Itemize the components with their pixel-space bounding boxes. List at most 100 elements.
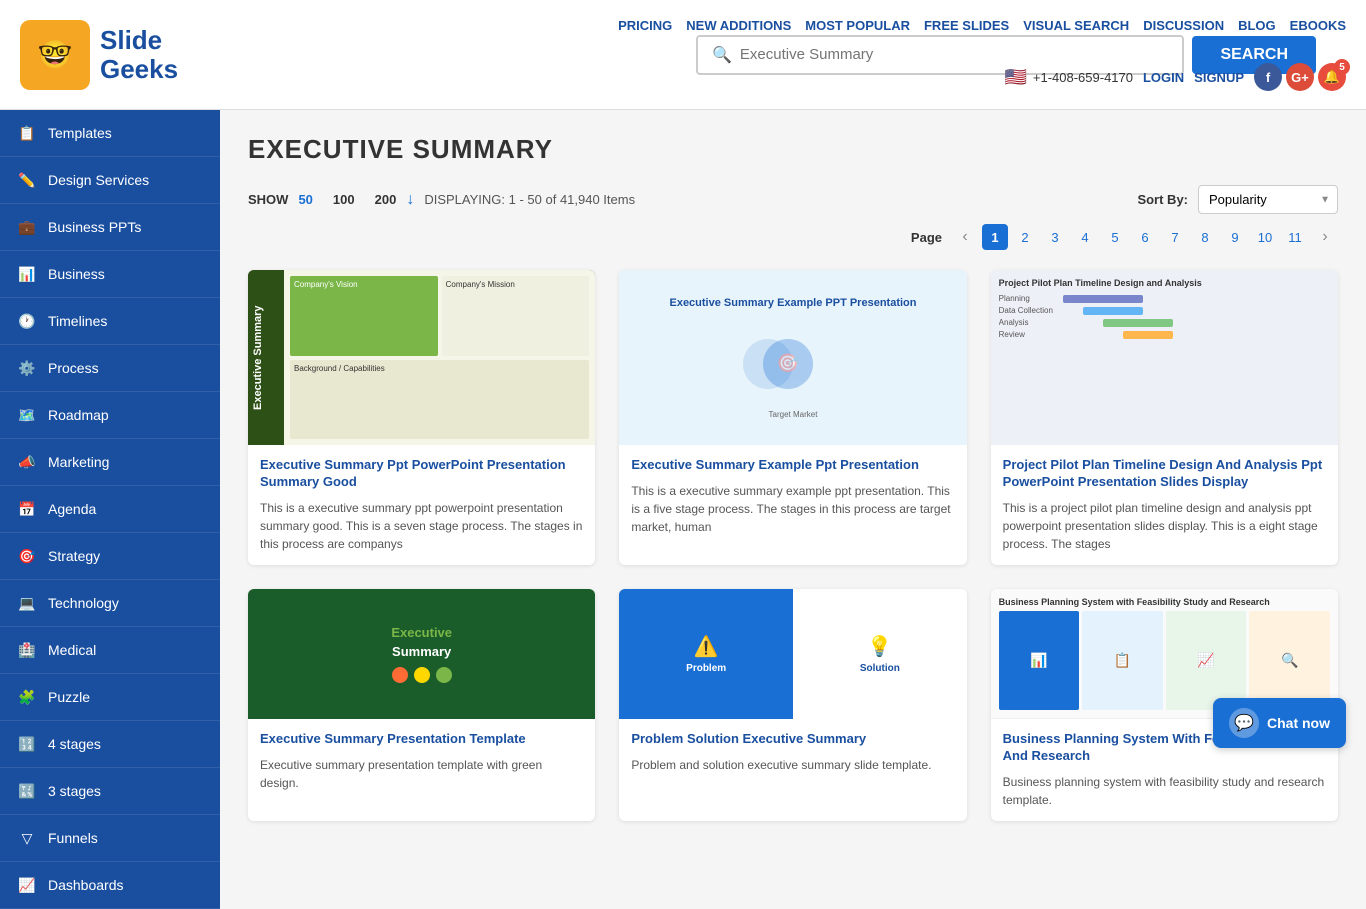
gear-icon: ⚙️: [16, 357, 38, 379]
sidebar-item-business-ppts[interactable]: 💼 Business PPTs: [0, 204, 220, 251]
sidebar-label-design-services: Design Services: [48, 172, 149, 188]
page-title: EXECUTIVE SUMMARY: [248, 134, 1338, 165]
nav-blog[interactable]: BLOG: [1238, 18, 1276, 33]
map-icon: 🗺️: [16, 404, 38, 426]
card-2[interactable]: Executive Summary Example PPT Presentati…: [619, 270, 966, 565]
sidebar-item-roadmap[interactable]: 🗺️ Roadmap: [0, 392, 220, 439]
page-3[interactable]: 3: [1042, 224, 1068, 250]
sidebar-label-agenda: Agenda: [48, 501, 96, 517]
card-3-title: Project Pilot Plan Timeline Design And A…: [1003, 457, 1326, 491]
logo-icon: 🤓: [20, 20, 90, 90]
sidebar-item-marketing[interactable]: 📣 Marketing: [0, 439, 220, 486]
show-area: SHOW 50 100 200 ↓ DISPLAYING: 1 - 50 of …: [248, 191, 635, 209]
card-4[interactable]: Executive Summary Executive Summary Pres…: [248, 589, 595, 821]
sidebar-label-process: Process: [48, 360, 99, 376]
nav-most-popular[interactable]: MOST POPULAR: [805, 18, 910, 33]
card-2-body: Executive Summary Example Ppt Presentati…: [619, 445, 966, 548]
next-page-arrow[interactable]: ›: [1312, 224, 1338, 250]
sidebar-item-process[interactable]: ⚙️ Process: [0, 345, 220, 392]
page-1[interactable]: 1: [982, 224, 1008, 250]
page-10[interactable]: 10: [1252, 224, 1278, 250]
funnel-icon: ▽: [16, 827, 38, 849]
google-plus-icon[interactable]: G+: [1286, 63, 1314, 91]
sidebar-label-business-ppts: Business PPTs: [48, 219, 141, 235]
sidebar-label-3stages: 3 stages: [48, 783, 101, 799]
page-label: Page: [911, 230, 942, 245]
show-50[interactable]: 50: [298, 192, 312, 207]
page-7[interactable]: 7: [1162, 224, 1188, 250]
stages4-icon: 🔢: [16, 733, 38, 755]
nav-visual-search[interactable]: VISUAL SEARCH: [1023, 18, 1129, 33]
page-4[interactable]: 4: [1072, 224, 1098, 250]
book-icon: 📋: [16, 122, 38, 144]
card-2-title: Executive Summary Example Ppt Presentati…: [631, 457, 954, 474]
notification-icon[interactable]: 🔔 5: [1318, 63, 1346, 91]
show-100[interactable]: 100: [333, 192, 355, 207]
top-nav: PRICING NEW ADDITIONS MOST POPULAR FREE …: [618, 18, 1346, 33]
sidebar-item-business[interactable]: 📊 Business: [0, 251, 220, 298]
show-200[interactable]: 200: [375, 192, 397, 207]
nav-ebooks[interactable]: EBOOKS: [1290, 18, 1346, 33]
card-5-desc: Problem and solution executive summary s…: [631, 756, 954, 774]
nav-discussion[interactable]: DISCUSSION: [1143, 18, 1224, 33]
sidebar-item-puzzle[interactable]: 🧩 Puzzle: [0, 674, 220, 721]
sidebar-item-strategy[interactable]: 🎯 Strategy: [0, 533, 220, 580]
main-layout: 📋 Templates ✏️ Design Services 💼 Busines…: [0, 110, 1366, 909]
sort-select[interactable]: Popularity Newest Oldest A-Z: [1198, 185, 1338, 214]
chip-icon: 💻: [16, 592, 38, 614]
sidebar-item-4stages[interactable]: 🔢 4 stages: [0, 721, 220, 768]
card-5[interactable]: ⚠️ Problem 💡 Solution Problem Solution E…: [619, 589, 966, 821]
page-6[interactable]: 6: [1132, 224, 1158, 250]
page-9[interactable]: 9: [1222, 224, 1248, 250]
page-5[interactable]: 5: [1102, 224, 1128, 250]
card-5-body: Problem Solution Executive Summary Probl…: [619, 719, 966, 786]
sidebar-item-agenda[interactable]: 📅 Agenda: [0, 486, 220, 533]
sidebar-label-medical: Medical: [48, 642, 96, 658]
card-1[interactable]: Executive Summary Company's Vision Compa…: [248, 270, 595, 565]
nav-new-additions[interactable]: NEW ADDITIONS: [686, 18, 791, 33]
header: 🤓 Slide Geeks 🔍 SEARCH PRICING NEW ADDIT…: [0, 0, 1366, 110]
sort-wrapper: Popularity Newest Oldest A-Z: [1198, 185, 1338, 214]
sidebar: 📋 Templates ✏️ Design Services 💼 Busines…: [0, 110, 220, 909]
cards-grid: Executive Summary Company's Vision Compa…: [248, 270, 1338, 821]
nav-pricing[interactable]: PRICING: [618, 18, 672, 33]
login-link[interactable]: LOGIN: [1143, 70, 1184, 85]
page-8[interactable]: 8: [1192, 224, 1218, 250]
card-3-body: Project Pilot Plan Timeline Design And A…: [991, 445, 1338, 565]
sidebar-item-timelines[interactable]: 🕐 Timelines: [0, 298, 220, 345]
page-2[interactable]: 2: [1012, 224, 1038, 250]
phone-area: 🇺🇸 +1-408-659-4170: [1004, 67, 1133, 88]
sidebar-label-roadmap: Roadmap: [48, 407, 109, 423]
sidebar-item-design-services[interactable]: ✏️ Design Services: [0, 157, 220, 204]
page-11[interactable]: 11: [1282, 224, 1308, 250]
notification-badge: 5: [1334, 59, 1350, 75]
down-arrow-icon[interactable]: ↓: [406, 191, 414, 209]
card-1-body: Executive Summary Ppt PowerPoint Present…: [248, 445, 595, 565]
pagination: Page ‹ 1 2 3 4 5 6 7 8 9 10 11 ›: [248, 224, 1338, 250]
sidebar-label-business: Business: [48, 266, 105, 282]
chat-widget[interactable]: 💬 Chat now: [1213, 698, 1346, 748]
flag-icon: 🇺🇸: [1004, 67, 1026, 88]
sidebar-item-dashboards[interactable]: 📈 Dashboards: [0, 862, 220, 909]
card-1-title: Executive Summary Ppt PowerPoint Present…: [260, 457, 583, 491]
sidebar-item-medical[interactable]: 🏥 Medical: [0, 627, 220, 674]
sidebar-item-3stages[interactable]: 🔣 3 stages: [0, 768, 220, 815]
briefcase-icon: 💼: [16, 216, 38, 238]
search-input[interactable]: [740, 46, 1169, 63]
pencil-icon: ✏️: [16, 169, 38, 191]
logo[interactable]: 🤓 Slide Geeks: [20, 20, 240, 90]
sidebar-item-funnels[interactable]: ▽ Funnels: [0, 815, 220, 862]
facebook-icon[interactable]: f: [1254, 63, 1282, 91]
nav-free-slides[interactable]: FREE SLIDES: [924, 18, 1009, 33]
medical-icon: 🏥: [16, 639, 38, 661]
sidebar-label-dashboards: Dashboards: [48, 877, 124, 893]
card-3[interactable]: Project Pilot Plan Timeline Design and A…: [991, 270, 1338, 565]
sidebar-label-templates: Templates: [48, 125, 112, 141]
signup-link[interactable]: SIGNUP: [1194, 70, 1244, 85]
prev-page-arrow[interactable]: ‹: [952, 224, 978, 250]
displaying-text: DISPLAYING: 1 - 50 of 41,940 Items: [424, 192, 635, 207]
sidebar-item-templates[interactable]: 📋 Templates: [0, 110, 220, 157]
sidebar-item-technology[interactable]: 💻 Technology: [0, 580, 220, 627]
sort-area: Sort By: Popularity Newest Oldest A-Z: [1137, 185, 1338, 214]
card-4-body: Executive Summary Presentation Template …: [248, 719, 595, 804]
